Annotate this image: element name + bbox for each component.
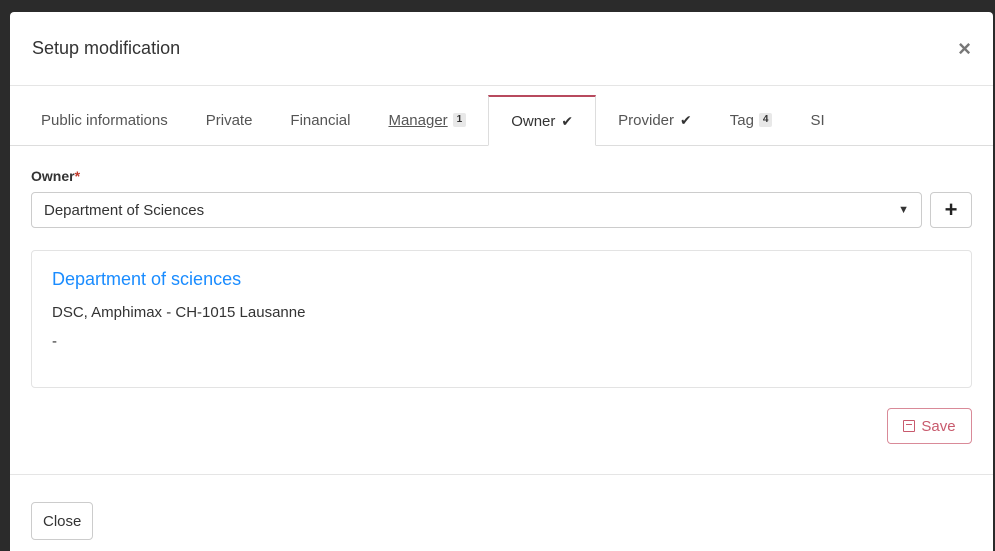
tab-manager[interactable]: Manager 1 <box>372 95 482 145</box>
save-button[interactable]: Save <box>887 408 972 444</box>
save-label: Save <box>921 417 956 435</box>
floppy-disk-icon <box>903 420 916 432</box>
checkmark-icon: ✔ <box>561 112 574 129</box>
tab-bar: Public informations Private Financial Ma… <box>10 86 993 146</box>
tab-label: Financial <box>290 111 351 129</box>
owner-select-value: Department of Sciences <box>44 201 205 219</box>
tab-tag[interactable]: Tag 4 <box>714 95 789 145</box>
owner-address: DSC, Amphimax - CH-1015 Lausanne <box>52 304 306 321</box>
tab-label: Provider <box>618 111 674 129</box>
tab-private[interactable]: Private <box>190 95 269 145</box>
add-owner-button[interactable]: + <box>930 192 972 228</box>
caret-down-icon: ▼ <box>898 204 909 216</box>
owner-field-label: Owner* <box>31 168 972 184</box>
tab-label: Owner <box>511 112 556 130</box>
tab-count-badge: 4 <box>758 113 773 127</box>
close-icon[interactable]: × <box>958 36 971 62</box>
close-button[interactable]: Close <box>31 502 94 540</box>
tab-si[interactable]: SI <box>794 95 840 145</box>
tab-label: SI <box>810 111 825 129</box>
tab-content: Owner* Department of Sciences ▼ + Depart… <box>10 146 993 444</box>
setup-modification-dialog: Setup modification × Public informations… <box>10 12 993 551</box>
tab-public-informations[interactable]: Public informations <box>25 95 184 145</box>
tab-count-badge: 1 <box>452 113 467 127</box>
tab-label: Private <box>205 111 253 129</box>
tab-label: Public informations <box>41 111 168 129</box>
modal-footer: Close <box>10 474 993 551</box>
plus-icon: + <box>944 197 958 222</box>
tab-financial[interactable]: Financial <box>274 95 366 145</box>
checkmark-icon: ✔ <box>680 111 692 128</box>
owner-details-card: Department of sciences DSC, Amphimax - C… <box>31 250 972 388</box>
save-row: Save <box>31 408 972 444</box>
owner-extra-info: - <box>52 333 57 350</box>
modal-header: Setup modification × <box>10 12 993 86</box>
owner-select-row: Department of Sciences ▼ + <box>31 192 972 228</box>
required-mark: * <box>74 168 81 184</box>
modal-title: Setup modification <box>32 38 181 58</box>
tab-provider[interactable]: Provider ✔ <box>602 95 708 145</box>
owner-label-text: Owner <box>31 168 75 184</box>
tab-label: Tag <box>729 111 754 129</box>
owner-select[interactable]: Department of Sciences ▼ <box>31 192 922 228</box>
owner-name-link[interactable]: Department of sciences <box>52 269 951 290</box>
tab-label: Manager <box>388 111 448 129</box>
tab-owner[interactable]: Owner ✔ <box>488 95 597 146</box>
